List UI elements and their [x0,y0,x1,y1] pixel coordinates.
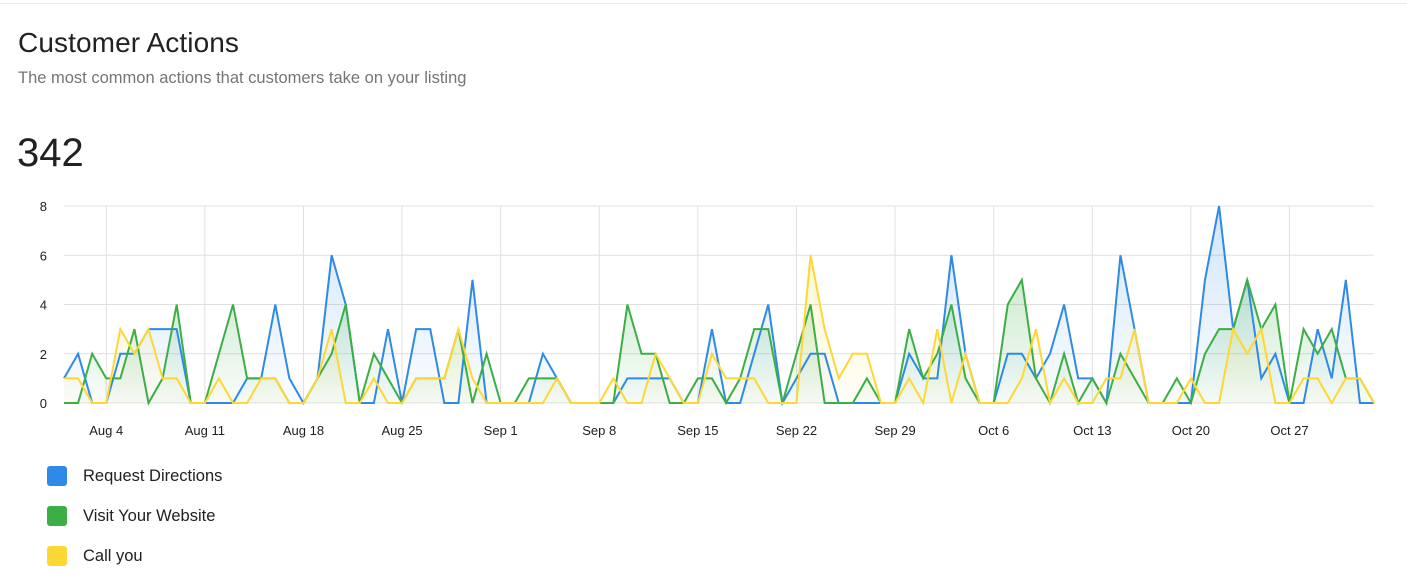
x-tick-label: Oct 20 [1172,423,1210,438]
legend-swatch-request-directions [47,466,67,486]
y-axis-ticks: 0 2 4 6 8 [40,199,47,411]
top-divider [0,3,1407,4]
legend-swatch-visit-your-website [47,506,67,526]
customer-actions-chart: 0 2 4 6 8 Aug 4 Aug 11 Aug 18 Aug 25 Sep 1 Sep 8 S… [40,199,1375,438]
y-tick-label: 8 [40,199,47,214]
x-tick-label: Oct 6 [978,423,1009,438]
x-tick-label: Aug 4 [89,423,123,438]
total-actions-count: 342 [17,131,84,175]
chart-legend: Request Directions Visit Your Website Ca… [47,456,222,576]
x-tick-label: Oct 13 [1073,423,1111,438]
x-axis-ticks: Aug 4 Aug 11 Aug 18 Aug 25 Sep 1 Sep 8 Sep 15 S… [89,423,1308,438]
x-tick-label: Oct 27 [1270,423,1308,438]
card-title: Customer Actions [18,27,240,58]
legend-item-request-directions[interactable]: Request Directions [47,456,222,496]
legend-swatch-call-you [47,546,67,566]
x-tick-label: Sep 8 [582,423,616,438]
y-tick-label: 4 [40,298,47,313]
y-tick-label: 0 [40,396,47,411]
legend-label: Visit Your Website [83,506,216,525]
x-tick-label: Sep 1 [484,423,518,438]
x-tick-label: Sep 29 [874,423,915,438]
x-tick-label: Sep 22 [776,423,817,438]
x-tick-label: Aug 18 [283,423,324,438]
x-tick-label: Aug 25 [381,423,422,438]
legend-item-visit-your-website[interactable]: Visit Your Website [47,496,222,536]
legend-label: Request Directions [83,466,223,485]
x-tick-label: Aug 11 [185,423,225,438]
x-tick-label: Sep 15 [677,423,718,438]
legend-item-call-you[interactable]: Call you [47,536,222,576]
y-tick-label: 2 [40,347,47,362]
y-tick-label: 6 [40,248,47,263]
card-subtitle: The most common actions that customers t… [18,69,467,87]
legend-label: Call you [83,546,143,565]
